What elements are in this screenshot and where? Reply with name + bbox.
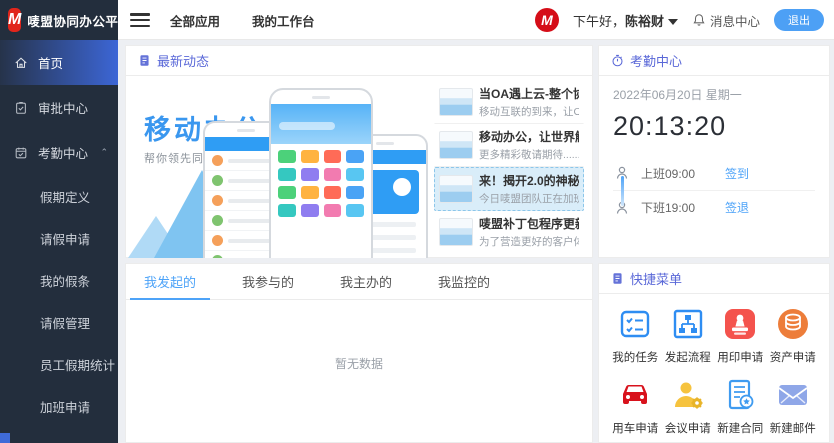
message-center-label: 消息中心	[710, 11, 760, 30]
approval-icon	[14, 101, 28, 115]
tab-monitored-by-me[interactable]: 我监控的	[424, 264, 504, 299]
quick-item-new-contract[interactable]: 新建合同	[714, 377, 767, 436]
quick-menu-panel: 快捷菜单 我的任务 发起流程 用印申请 资产申请 用车申请 会议申请 新建合	[598, 263, 830, 443]
tab-initiated-by-me[interactable]: 我发起的	[130, 264, 210, 299]
logout-button[interactable]: 退出	[774, 9, 824, 31]
my-tasks-icon	[617, 306, 653, 342]
sidebar-submenu: 假期定义 请假申请 我的假条 请假管理 员工假期统计 加班申请 加班管理	[0, 175, 118, 443]
quick-item-asset-request[interactable]: 资产申请	[767, 306, 820, 365]
sidebar-item-overtime-request[interactable]: 加班申请	[0, 385, 118, 427]
attendance-date: 2022年06月20日 星期一	[613, 86, 815, 103]
news-thumbnail	[439, 88, 473, 116]
logo-m-icon: M	[8, 8, 21, 32]
tab-participated-by-me[interactable]: 我参与的	[228, 264, 308, 299]
panel-title: 考勤中心	[630, 51, 682, 70]
stopwatch-icon	[611, 54, 624, 67]
quick-item-meeting-request[interactable]: 会议申请	[662, 377, 715, 436]
quick-item-vehicle-request[interactable]: 用车申请	[609, 377, 662, 436]
asset-request-icon	[775, 306, 811, 342]
panel-title: 快捷菜单	[630, 269, 682, 288]
chevron-up-icon: ⌃	[100, 147, 108, 158]
news-thumbnail	[439, 175, 473, 203]
latest-news-panel: 最新动态 移动办公 帮你领先同行 把工作带出办公室	[125, 45, 593, 258]
menu-toggle-icon[interactable]	[130, 11, 150, 29]
quick-item-my-tasks[interactable]: 我的任务	[609, 306, 662, 365]
sidebar-item-holiday-definition[interactable]: 假期定义	[0, 175, 118, 217]
sidebar-item-leave-management[interactable]: 请假管理	[0, 301, 118, 343]
app-logo: M 唛盟协同办公平台	[0, 0, 118, 40]
attendance-panel: 考勤中心 2022年06月20日 星期一 20:13:20 上班09:00 签到…	[598, 45, 830, 258]
news-item[interactable]: 当OA遇上云-整个协同OA 移动互联的到来，让OA与云	[434, 80, 584, 124]
phone-mockups	[203, 86, 428, 258]
sidebar-item-my-leave-notes[interactable]: 我的假条	[0, 259, 118, 301]
seal-request-icon	[722, 306, 758, 342]
sidebar-item-home[interactable]: 首页	[0, 40, 118, 85]
document-icon	[611, 272, 624, 285]
check-in-label: 上班09:00	[641, 165, 715, 182]
check-out-label: 下班19:00	[641, 199, 715, 216]
user-avatar[interactable]: M	[535, 8, 559, 32]
my-tasks-panel: 我发起的 我参与的 我主办的 我监控的 暂无数据	[125, 263, 593, 443]
nav-all-apps[interactable]: 全部应用	[170, 11, 220, 30]
news-thumbnail	[439, 218, 473, 246]
new-contract-icon	[722, 377, 758, 413]
sidebar-bottom-indicator	[0, 433, 10, 443]
check-out-row: 下班19:00 签退	[613, 190, 815, 224]
meeting-request-icon	[670, 377, 706, 413]
user-greeting[interactable]: 下午好，陈裕财	[573, 11, 678, 30]
chevron-down-icon	[668, 19, 678, 25]
attendance-clock: 20:13:20	[613, 111, 815, 142]
top-header: M 唛盟协同办公平台 全部应用 我的工作台 M 下午好，陈裕财 消息中心 退出	[0, 0, 834, 40]
sidebar-item-employee-holiday-stats[interactable]: 员工假期统计	[0, 343, 118, 385]
check-in-row: 上班09:00 签到	[613, 156, 815, 190]
message-center[interactable]: 消息中心	[692, 11, 760, 30]
sidebar-item-label: 首页	[38, 53, 63, 72]
sidebar-item-label: 审批中心	[38, 98, 88, 117]
sidebar-item-overtime-management[interactable]: 加班管理	[0, 427, 118, 443]
news-item[interactable]: 移动办公，让世界触手可 更多精彩敬请期待........	[434, 124, 584, 168]
quick-item-seal-request[interactable]: 用印申请	[714, 306, 767, 365]
tab-hosted-by-me[interactable]: 我主办的	[326, 264, 406, 299]
top-nav: 全部应用 我的工作台	[170, 0, 315, 40]
news-list: 当OA遇上云-整个协同OA 移动互联的到来，让OA与云 移动办公，让世界触手可 …	[434, 76, 592, 258]
news-item-highlighted[interactable]: 来！揭开2.0的神秘面纱- 今日唛盟团队正在加班加点，	[434, 167, 584, 211]
sidebar-item-approval-center[interactable]: 审批中心	[0, 85, 118, 130]
check-in-link[interactable]: 签到	[725, 165, 749, 182]
quick-item-start-process[interactable]: 发起流程	[662, 306, 715, 365]
empty-state-text: 暂无数据	[126, 355, 592, 372]
nav-my-workbench[interactable]: 我的工作台	[252, 11, 315, 30]
home-icon	[14, 56, 28, 70]
quick-menu-grid: 我的任务 发起流程 用印申请 资产申请 用车申请 会议申请 新建合同 新建邮件	[599, 294, 829, 436]
check-out-link[interactable]: 签退	[725, 199, 749, 216]
sidebar-item-label: 考勤中心	[38, 143, 88, 162]
document-icon	[138, 54, 151, 67]
start-process-icon	[670, 306, 706, 342]
timeline-connector	[621, 176, 624, 206]
bell-icon	[692, 13, 706, 27]
greeting-text: 下午好，	[573, 14, 625, 29]
sidebar-item-leave-request[interactable]: 请假申请	[0, 217, 118, 259]
sidebar-item-attendance-center[interactable]: 考勤中心 ⌃	[0, 130, 118, 175]
task-tabs: 我发起的 我参与的 我主办的 我监控的	[126, 264, 592, 300]
news-thumbnail	[439, 131, 473, 159]
mobile-office-banner: 移动办公 帮你领先同行 把工作带出办公室	[126, 76, 434, 258]
app-title: 唛盟协同办公平台	[27, 11, 131, 30]
quick-item-new-mail[interactable]: 新建邮件	[767, 377, 820, 436]
attendance-icon	[14, 146, 28, 160]
vehicle-request-icon	[617, 377, 653, 413]
news-item[interactable]: 唛盟补丁包程序更新 为了营造更好的客户体验，唛	[434, 211, 584, 255]
panel-title: 最新动态	[157, 51, 209, 70]
new-mail-icon	[775, 377, 811, 413]
username: 陈裕财	[625, 14, 664, 29]
phone-mockup-apps	[269, 88, 373, 258]
sidebar: 首页 审批中心 考勤中心 ⌃ 假期定义 请假申请 我的假条 请假管理 员工假期统…	[0, 40, 118, 443]
